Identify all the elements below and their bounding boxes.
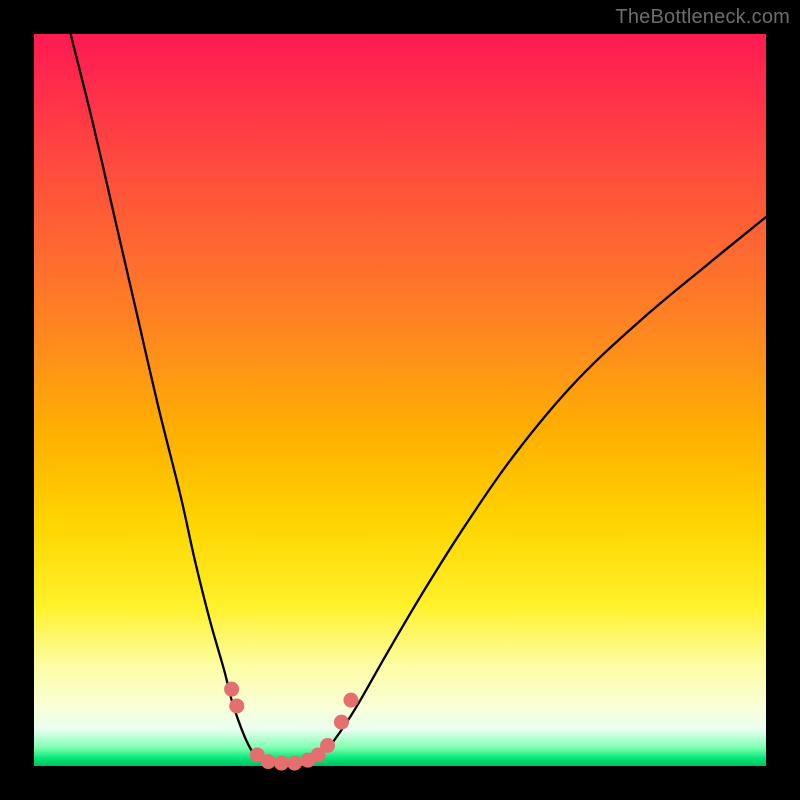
curve-marker: [229, 698, 244, 713]
curve-marker: [287, 756, 302, 771]
plot-area: [34, 34, 766, 766]
left-curve: [71, 34, 261, 761]
curve-marker: [343, 693, 358, 708]
chart-frame: TheBottleneck.com: [0, 0, 800, 800]
bottleneck-curves: [34, 34, 766, 766]
curve-marker: [274, 756, 289, 771]
curve-marker: [261, 754, 276, 769]
curve-marker: [224, 682, 239, 697]
curve-markers: [224, 682, 358, 771]
right-curve: [319, 217, 766, 757]
watermark-text: TheBottleneck.com: [615, 6, 790, 29]
curve-marker: [334, 715, 349, 730]
curve-marker: [320, 738, 335, 753]
